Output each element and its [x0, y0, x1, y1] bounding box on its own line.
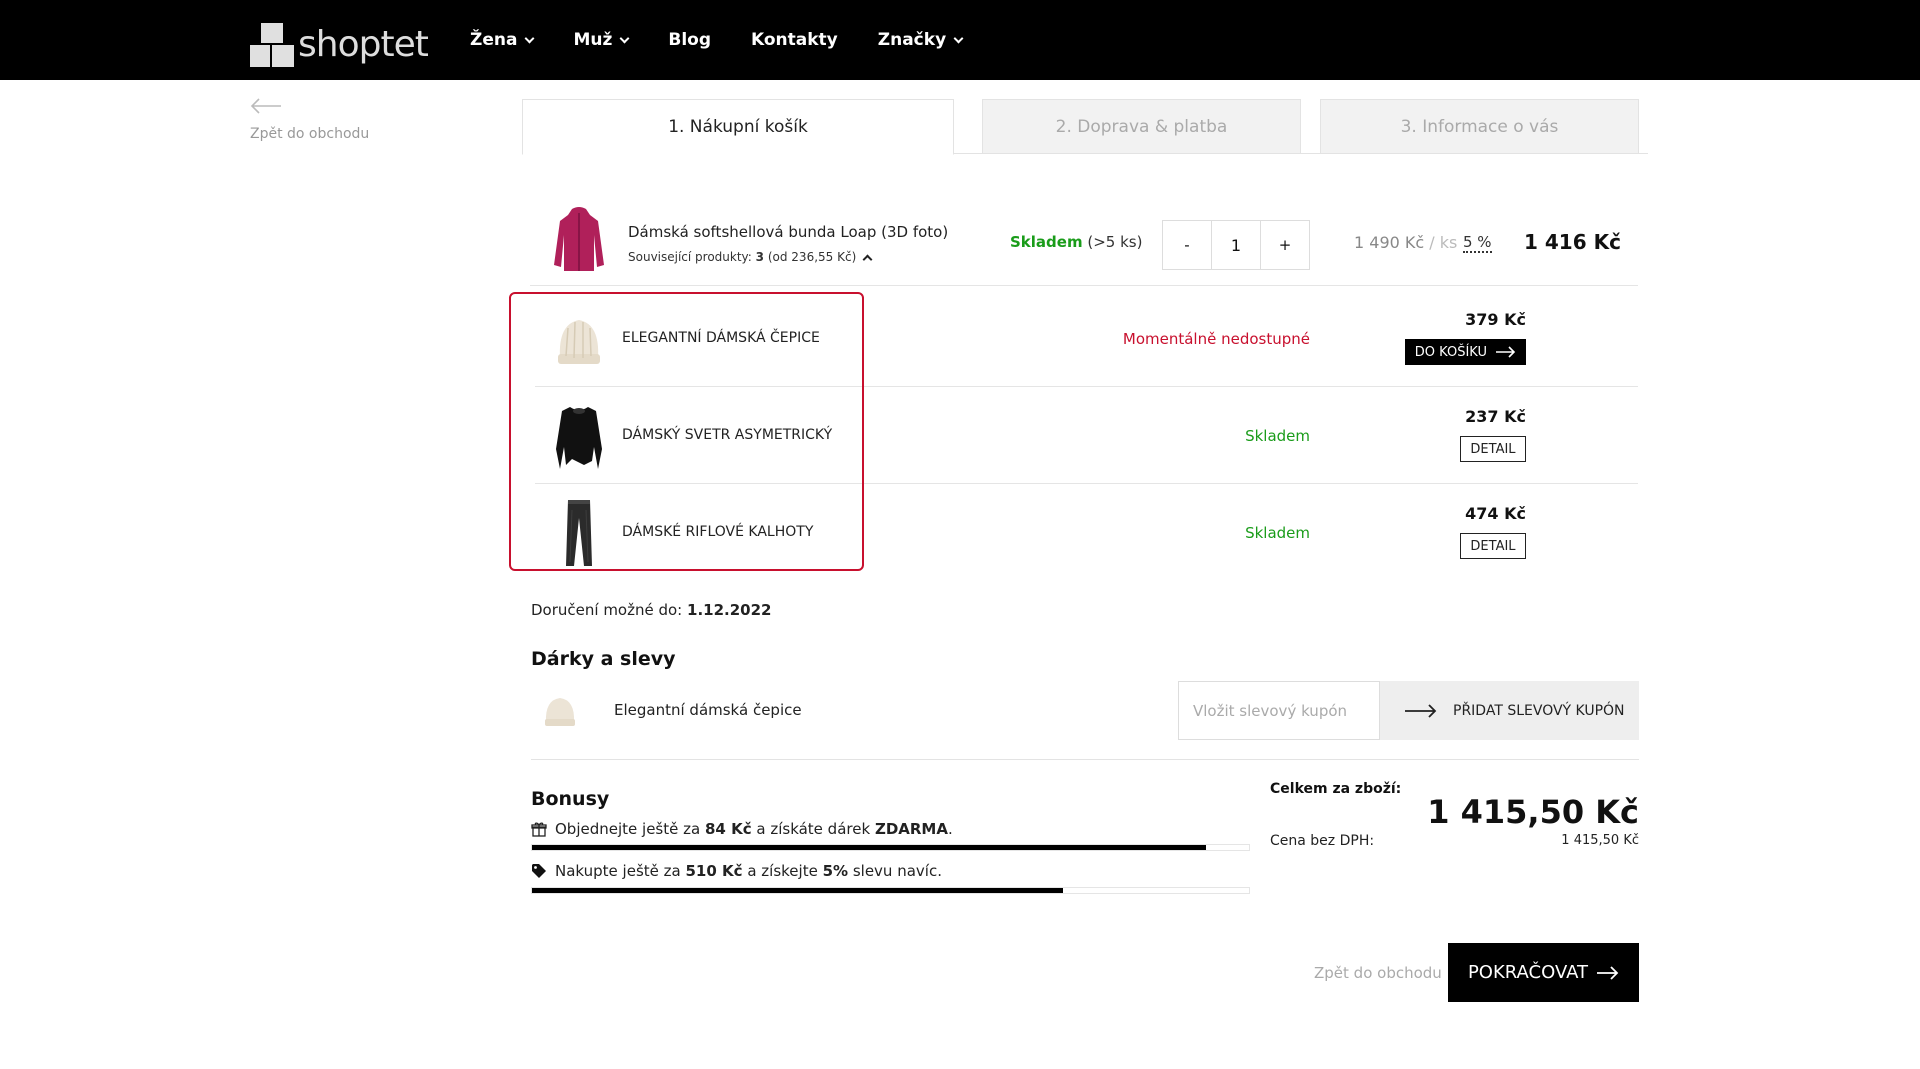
gift-bonus-text: Objednejte ještě za 84 Kč a získáte dáre… [531, 820, 953, 838]
discount-bonus-text: Nakupte ještě za 510 Kč a získejte 5% sl… [531, 862, 942, 880]
bonus-heading: Bonusy [531, 788, 610, 810]
gift-icon [531, 822, 547, 837]
jacket-product-image[interactable] [550, 205, 608, 275]
availability-status: Momentálně nedostupné [1122, 330, 1310, 348]
nav-item-znacky[interactable]: Značky [878, 30, 964, 50]
add-coupon-button[interactable]: PŘIDAT SLEVOVÝ KUPÓN [1380, 681, 1639, 740]
back-to-shop-button[interactable]: Zpět do obchodu [1314, 964, 1442, 982]
gift-progress-bar [531, 844, 1250, 851]
sweater-product-image[interactable] [550, 399, 608, 471]
shoptet-logo[interactable]: shoptet [250, 20, 429, 70]
related-product-name[interactable]: DÁMSKÉ RIFLOVÉ KALHOTY [622, 524, 813, 540]
quantity-decrease-button[interactable]: - [1163, 221, 1211, 269]
availability-status: Skladem [1245, 524, 1310, 542]
related-product-price: 237 Kč [1465, 407, 1526, 426]
divider [531, 759, 1639, 760]
quantity-stepper: - 1 + [1162, 220, 1310, 270]
availability-status: Skladem [1245, 427, 1310, 445]
total-value: 1 415,50 Kč [1427, 793, 1639, 831]
related-product-price: 379 Kč [1465, 310, 1526, 329]
back-link-label: Zpět do obchodu [250, 126, 370, 142]
vat-label: Cena bez DPH: [1270, 833, 1375, 849]
chevron-down-icon [619, 33, 630, 43]
related-product-price: 474 Kč [1465, 504, 1526, 523]
detail-button[interactable]: DETAIL [1460, 533, 1526, 559]
related-product-row: ELEGANTNÍ DÁMSKÁ ČEPICE Momentálně nedos… [535, 290, 1638, 387]
logo-text: shoptet [298, 24, 429, 65]
tag-icon [532, 864, 546, 878]
arrow-right-icon [1597, 965, 1619, 980]
chevron-up-icon [862, 254, 873, 264]
nav-item-muz[interactable]: Muž [573, 30, 630, 50]
gifts-heading: Dárky a slevy [531, 648, 676, 670]
quantity-input[interactable]: 1 [1211, 221, 1261, 269]
discount-progress-fill [532, 888, 1063, 893]
chevron-down-icon [953, 33, 964, 43]
related-product-row: DÁMSKÉ RIFLOVÉ KALHOTY Skladem 474 Kč DE… [535, 484, 1638, 581]
nav-item-kontakty[interactable]: Kontakty [751, 30, 838, 50]
continue-button[interactable]: POKRAČOVAT [1448, 943, 1639, 1002]
top-navbar: shoptet Žena Muž Blog Kontakty Značky [0, 0, 1920, 80]
cart-item-name[interactable]: Dámská softshellová bunda Loap (3D foto) [628, 223, 948, 241]
checkout-steps: 1. Nákupní košík 2. Doprava & platba 3. … [522, 99, 1648, 155]
logo-mark-icon [250, 23, 294, 67]
cart-item-row: Dámská softshellová bunda Loap (3D foto)… [530, 200, 1638, 286]
related-product-name[interactable]: ELEGANTNÍ DÁMSKÁ ČEPICE [622, 330, 820, 346]
jeans-product-image[interactable] [550, 496, 608, 568]
arrow-right-icon [1496, 346, 1516, 358]
coupon-input[interactable]: Vložit slevový kupón [1178, 681, 1380, 740]
quantity-increase-button[interactable]: + [1261, 221, 1309, 269]
tab-step-cart[interactable]: 1. Nákupní košík [522, 99, 954, 155]
related-products-toggle[interactable]: Související produkty: 3 (od 236,55 Kč) [628, 250, 873, 264]
discount-badge[interactable]: 5 % [1463, 233, 1492, 253]
arrow-left-icon [250, 98, 281, 114]
detail-button[interactable]: DETAIL [1460, 436, 1526, 462]
arrow-right-icon [1405, 703, 1437, 718]
gift-hat-image [545, 698, 575, 726]
add-to-cart-button[interactable]: DO KOŠÍKU [1404, 339, 1526, 365]
chevron-down-icon [524, 33, 535, 43]
hat-product-image[interactable] [550, 302, 608, 374]
main-nav: Žena Muž Blog Kontakty Značky [470, 0, 1002, 80]
tab-step-info[interactable]: 3. Informace o vás [1320, 99, 1639, 154]
nav-item-zena[interactable]: Žena [470, 30, 535, 50]
gift-name: Elegantní dámská čepice [614, 701, 802, 719]
vat-value: 1 415,50 Kč [1561, 833, 1639, 848]
discount-progress-bar [531, 887, 1250, 894]
back-to-shop-link[interactable]: Zpět do obchodu [250, 98, 369, 142]
stock-status: Skladem (>5 ks) [1010, 233, 1143, 251]
nav-item-blog[interactable]: Blog [668, 30, 711, 50]
delivery-date: Doručení možné do: 1.12.2022 [531, 601, 772, 619]
unit-price: 1 490 Kč / ks [1354, 233, 1458, 252]
tab-step-shipping[interactable]: 2. Doprava & platba [982, 99, 1301, 154]
gift-progress-fill [532, 845, 1206, 850]
cart-item-total: 1 416 Kč [1524, 230, 1621, 254]
related-product-name[interactable]: DÁMSKÝ SVETR ASYMETRICKÝ [622, 427, 832, 443]
related-product-row: DÁMSKÝ SVETR ASYMETRICKÝ Skladem 237 Kč … [535, 387, 1638, 484]
total-label: Celkem za zboží: [1270, 781, 1402, 797]
